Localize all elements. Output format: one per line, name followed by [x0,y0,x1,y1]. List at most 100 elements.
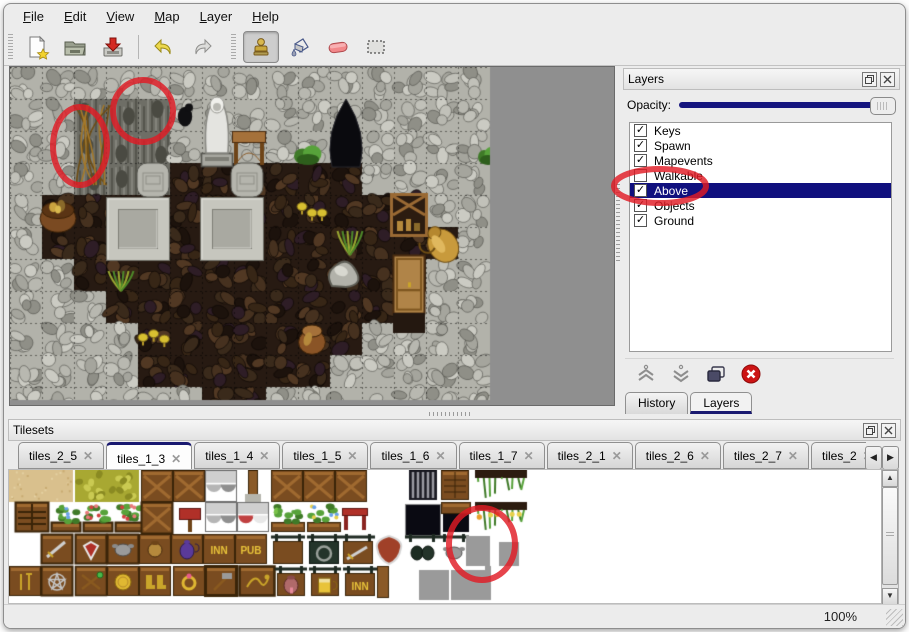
menu-map[interactable]: Map [145,7,188,26]
layer-name: Above [654,184,688,198]
layer-name: Ground [654,214,694,228]
layer-checkbox[interactable]: ✓ [634,184,647,197]
new-map-button[interactable] [20,32,54,62]
toolbar-drag-handle[interactable] [8,34,13,60]
delete-layer-button[interactable] [740,363,762,385]
tilesets-title: Tilesets [13,423,860,437]
selection-icon [363,34,389,60]
scroll-down-button[interactable]: ▼ [882,588,898,605]
save-map-button[interactable] [96,32,130,62]
close-icon [884,426,893,435]
tileset-tab-tiles_1_6[interactable]: tiles_1_6 ✕ [370,442,456,469]
zoom-level: 100% [824,609,857,624]
tileset-tab-tiles_2_7[interactable]: tiles_2_7 ✕ [723,442,809,469]
tab-close-icon[interactable]: ✕ [83,449,93,463]
select-tool-button[interactable] [359,32,393,62]
horizontal-splitter[interactable] [4,410,905,418]
stamp-tool-button[interactable] [243,31,279,63]
save-icon [100,34,126,60]
move-layer-down-button[interactable] [670,363,692,385]
app-window: FileEditViewMapLayerHelp [3,3,906,629]
float-panel-button[interactable] [862,72,877,87]
tileset-canvas[interactable] [9,470,881,601]
layer-checkbox[interactable] [634,169,647,182]
tabs-scroll-left-button[interactable]: ◀ [865,446,882,470]
menu-file[interactable]: File [14,7,53,26]
toolbar [4,28,905,66]
map-canvas[interactable] [10,67,612,403]
layer-name: Spawn [654,139,691,153]
undo-button[interactable] [147,32,181,62]
menu-view[interactable]: View [97,7,143,26]
close-tilesets-button[interactable] [881,423,896,438]
toolbar-drag-handle[interactable] [231,34,236,60]
layer-buttons [625,358,894,389]
opacity-slider-handle[interactable] [870,97,896,115]
layer-list[interactable]: ✓Keys✓Spawn✓MapeventsWalkable✓Above✓Obje… [629,122,892,352]
layer-checkbox[interactable]: ✓ [634,199,647,212]
tileset-tab-tiles_1_3[interactable]: tiles_1_3✕ [106,442,192,469]
tileset-tab-tiles_1_4[interactable]: tiles_1_4✕ [194,442,280,469]
layer-row-walkable[interactable]: Walkable [630,168,891,183]
scroll-up-button[interactable]: ▲ [882,470,898,487]
move-layer-up-button[interactable] [635,363,657,385]
tileset-tab-tiles_1_5[interactable]: tiles_1_5 ✕ [282,442,368,469]
tab-close-icon[interactable]: ✕ [171,452,181,466]
layer-row-objects[interactable]: ✓ Objects [630,198,891,213]
dock-tab-history[interactable]: History [625,392,688,414]
layer-row-mapevents[interactable]: ✓Mapevents [630,153,891,168]
layer-row-spawn[interactable]: ✓ Spawn [630,138,891,153]
scrollbar-thumb[interactable] [882,487,898,585]
tileset-tab-label: tiles_1_7 [470,449,518,463]
dock-tab-layers[interactable]: Layers [690,392,752,414]
tab-close-icon[interactable]: ✕ [259,449,269,463]
tileset-scrollbar[interactable]: ▲ ▼ [881,469,899,606]
layer-row-above[interactable]: ✓ Above [630,183,891,198]
eraser-tool-button[interactable] [321,32,355,62]
layer-checkbox[interactable]: ✓ [634,124,647,137]
layer-checkbox[interactable]: ✓ [634,154,647,167]
redo-button[interactable] [185,32,219,62]
opacity-slider[interactable] [679,102,894,108]
layers-panel-titlebar: Layers [623,68,900,90]
layers-dock: Layers Opacity: ✓Keys✓Spawn✓MapeventsWal… [621,66,902,411]
redo-icon [189,34,215,60]
tab-close-icon[interactable]: ✕ [788,449,798,463]
tileset-tab-tiles_2[interactable]: tiles_2✕ [811,442,866,469]
layer-checkbox[interactable]: ✓ [634,139,647,152]
tileset-tab-label: tiles_2_7 [734,449,782,463]
menu-help[interactable]: Help [243,7,288,26]
layer-name: Objects [654,199,695,213]
duplicate-layer-button[interactable] [705,363,727,385]
stamp-icon [248,34,274,60]
float-icon [866,426,875,435]
layer-row-keys[interactable]: ✓Keys [630,123,891,138]
eraser-icon [325,34,351,60]
tileset-tab-tiles_2_6[interactable]: tiles_2_6 ✕ [635,442,721,469]
tileset-tab-tiles_2_5[interactable]: tiles_2_5✕ [18,442,104,469]
tileset-tab-tiles_2_1[interactable]: tiles_2_1✕ [547,442,633,469]
float-tilesets-button[interactable] [863,423,878,438]
tileset-tab-label: tiles_1_6 [381,449,429,463]
undo-icon [151,34,177,60]
tab-close-icon[interactable]: ✕ [524,449,534,463]
layer-checkbox[interactable]: ✓ [634,214,647,227]
tab-close-icon[interactable]: ✕ [347,449,357,463]
open-map-button[interactable] [58,32,92,62]
tileset-tab-label: tiles_1_5 [293,449,341,463]
tab-close-icon[interactable]: ✕ [700,449,710,463]
tileset-tab-label: tiles_2_6 [646,449,694,463]
menu-layer[interactable]: Layer [191,7,242,26]
close-panel-button[interactable] [880,72,895,87]
tileset-tab-tiles_1_7[interactable]: tiles_1_7 ✕ [459,442,545,469]
layers-panel-title: Layers [628,72,859,86]
tileset-tab-label: tiles_2 [822,449,857,463]
fill-bucket-icon [287,34,313,60]
resize-grip[interactable] [886,609,903,626]
tab-close-icon[interactable]: ✕ [435,449,445,463]
tab-close-icon[interactable]: ✕ [612,449,622,463]
layer-row-ground[interactable]: ✓ Ground [630,213,891,228]
fill-tool-button[interactable] [283,32,317,62]
tabs-scroll-right-button[interactable]: ▶ [882,446,899,470]
menu-edit[interactable]: Edit [55,7,95,26]
